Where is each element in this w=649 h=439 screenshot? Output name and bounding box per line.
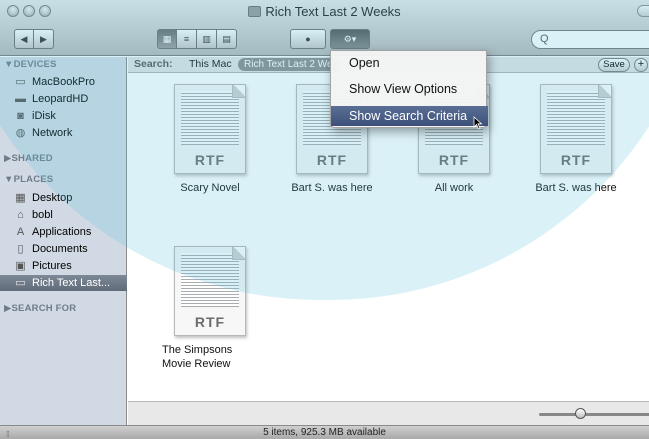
forward-button[interactable]: ▶ — [34, 29, 54, 49]
resize-grip-icon[interactable]: ⁞⁞ — [6, 428, 10, 439]
coverflow-view-button[interactable]: ▤ — [217, 29, 237, 49]
scope-this-mac[interactable]: This Mac — [189, 58, 232, 70]
search-icon: Q — [540, 33, 549, 45]
sidebar-item-label: MacBookPro — [32, 76, 95, 88]
icon-size-slider-knob[interactable] — [575, 408, 586, 419]
sidebar-item-label: Rich Text Last... — [32, 277, 111, 289]
icon-view-button[interactable]: ▦ — [157, 29, 177, 49]
sidebar-item-leopardhd[interactable]: ▬ LeopardHD — [14, 91, 88, 107]
scope-token[interactable]: Rich Text Last 2 We — [238, 58, 339, 71]
laptop-icon: ▭ — [15, 76, 26, 88]
sidebar-header-shared[interactable]: ▶SHARED — [4, 153, 53, 164]
pictures-icon: ▣ — [15, 260, 26, 272]
sidebar-item-label: iDisk — [32, 110, 56, 122]
icon-size-slider[interactable] — [539, 413, 649, 416]
sidebar-item-pictures[interactable]: ▣ Pictures — [14, 258, 72, 274]
file-type-label: RTF — [316, 152, 348, 168]
back-button[interactable]: ◀ — [14, 29, 34, 49]
menu-item-show-view-options[interactable]: Show View Options — [331, 79, 488, 99]
file-name: The Simpsons Movie Review — [162, 344, 233, 370]
smart-folder-icon — [248, 6, 262, 17]
sidebar-item-label: Network — [32, 127, 73, 139]
file-item[interactable]: RTF The Simpsons Movie Review — [150, 246, 270, 371]
file-name: Bart S. was here — [535, 182, 617, 194]
mouse-pointer-icon — [473, 116, 483, 130]
idisk-icon: ◙ — [17, 110, 24, 122]
sidebar-item-rich-text-last[interactable]: ▭ Rich Text Last... — [0, 275, 127, 291]
rtf-document-icon: RTF — [174, 246, 246, 336]
file-name: All work — [434, 182, 474, 194]
status-bar: ⁞⁞ 5 items, 925.3 MB available — [0, 425, 649, 439]
zoom-bar — [128, 401, 649, 425]
search-input[interactable]: Q — [531, 30, 649, 49]
home-icon: ⌂ — [17, 209, 24, 221]
window-title: Rich Text Last 2 Weeks — [0, 4, 649, 19]
file-name: Scary Novel — [180, 182, 240, 194]
file-type-label: RTF — [194, 152, 226, 168]
column-view-button[interactable]: ▥ — [197, 29, 217, 49]
view-mode-control: ▦ ≡ ▥ ▤ — [157, 29, 237, 49]
file-item[interactable]: RTF Scary Novel — [150, 84, 270, 195]
sidebar-item-label: Documents — [32, 243, 88, 255]
window-title-text: Rich Text Last 2 Weeks — [265, 4, 401, 19]
rtf-document-icon: RTF — [174, 84, 246, 174]
file-type-label: RTF — [560, 152, 592, 168]
search-label: Search: — [134, 58, 173, 70]
applications-icon: A — [16, 226, 25, 238]
network-icon: ◍ — [15, 127, 26, 139]
desktop-icon: ▦ — [15, 192, 26, 204]
gear-icon: ⚙▾ — [343, 33, 357, 44]
sidebar-item-label: LeopardHD — [32, 93, 89, 105]
status-text: 5 items, 925.3 MB available — [263, 427, 386, 438]
sidebar-header-devices[interactable]: ▼DEVICES — [4, 59, 57, 70]
sidebar-header-search-for[interactable]: ▶SEARCH FOR — [4, 303, 76, 314]
action-menu: Open Show View Options Show Search Crite… — [330, 50, 488, 128]
file-type-label: RTF — [194, 314, 226, 330]
sidebar-item-label: Desktop — [32, 192, 73, 204]
smart-folder-icon: ▭ — [15, 277, 26, 289]
sidebar-item-documents[interactable]: ▯ Documents — [14, 241, 88, 257]
documents-icon: ▯ — [17, 243, 24, 255]
toolbar-toggle-button[interactable] — [637, 5, 649, 17]
sidebar-item-label: Pictures — [32, 260, 72, 272]
menu-item-open[interactable]: Open — [331, 53, 488, 73]
save-search-button[interactable]: Save — [598, 58, 630, 72]
sidebar-item-idisk[interactable]: ◙ iDisk — [14, 108, 56, 124]
list-view-button[interactable]: ≡ — [177, 29, 197, 49]
action-menu-button[interactable]: ⚙▾ — [330, 29, 370, 49]
sidebar-item-desktop[interactable]: ▦ Desktop — [14, 190, 72, 206]
quicklook-button[interactable]: ● — [290, 29, 326, 49]
eye-icon: ● — [305, 34, 311, 44]
sidebar-item-network[interactable]: ◍ Network — [14, 125, 73, 141]
finder-window: Rich Text Last 2 Weeks ◀ ▶ ▦ ≡ ▥ ▤ ● ⚙▾ … — [0, 0, 649, 439]
add-criteria-button[interactable]: + — [634, 58, 648, 72]
file-item[interactable]: RTF Bart S. was here — [516, 84, 636, 195]
sidebar-header-places[interactable]: ▼PLACES — [4, 174, 53, 185]
back-forward-control: ◀ ▶ — [14, 29, 54, 49]
sidebar-item-applications[interactable]: A Applications — [14, 224, 92, 240]
sidebar-item-label: Applications — [32, 226, 92, 238]
sidebar-item-label: bobl — [32, 209, 53, 221]
file-name: Bart S. was here — [291, 182, 373, 194]
sidebar-item-macbookpro[interactable]: ▭ MacBookPro — [14, 74, 95, 90]
sidebar-item-bobl[interactable]: ⌂ bobl — [14, 207, 53, 223]
title-toolbar: Rich Text Last 2 Weeks ◀ ▶ ▦ ≡ ▥ ▤ ● ⚙▾ … — [0, 0, 649, 56]
file-type-label: RTF — [438, 152, 470, 168]
menu-item-show-search-criteria[interactable]: Show Search Criteria — [331, 106, 488, 126]
rtf-document-icon: RTF — [540, 84, 612, 174]
sidebar: ▼DEVICES ▭ MacBookPro ▬ LeopardHD ◙ iDisk ◍… — [0, 57, 127, 425]
hard-drive-icon: ▬ — [15, 93, 26, 105]
